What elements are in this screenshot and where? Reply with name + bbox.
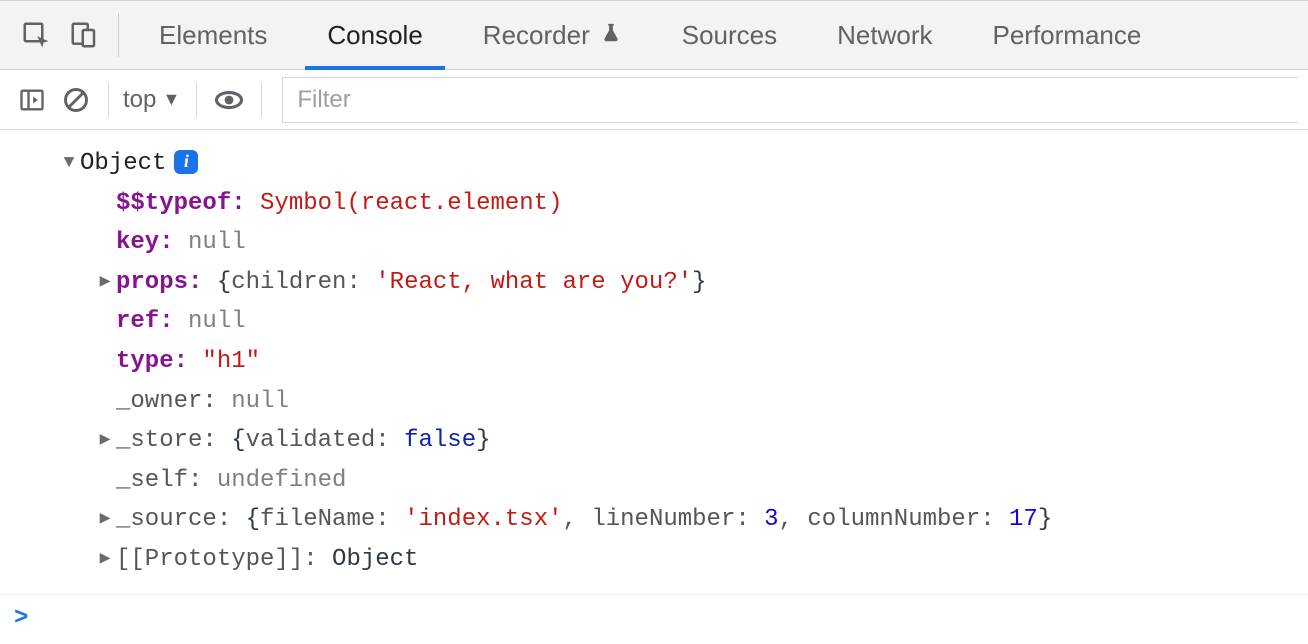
console-output: ▼ Object i ▶ $$typeof: Symbol(react.elem… <box>0 130 1308 580</box>
separator <box>108 82 109 118</box>
tab-label: Elements <box>159 20 267 51</box>
tab-performance[interactable]: Performance <box>962 1 1171 69</box>
disclosure-triangle-open-icon[interactable]: ▼ <box>60 149 78 179</box>
flask-icon <box>600 20 622 51</box>
prop-value: null <box>231 382 289 422</box>
devtools-tabbar: Elements Console Recorder Sources Networ… <box>0 0 1308 70</box>
prop-key: ref <box>116 302 159 342</box>
tab-label: Console <box>327 20 422 51</box>
sidebar-toggle-icon[interactable] <box>10 78 54 122</box>
prop-value: Object <box>332 540 418 580</box>
live-expression-icon[interactable] <box>207 78 251 122</box>
info-icon[interactable]: i <box>174 150 198 174</box>
prop-row-source[interactable]: ▶ _source: {fileName: 'index.tsx', lineN… <box>14 500 1308 540</box>
prop-value: null <box>188 302 246 342</box>
disclosure-triangle-icon[interactable]: ▶ <box>96 426 114 456</box>
tab-label: Sources <box>682 20 777 51</box>
prop-key: _source <box>116 500 217 540</box>
prop-row-ref[interactable]: ▶ ref: null <box>14 302 1308 342</box>
separator <box>118 13 119 57</box>
console-prompt[interactable]: > <box>0 594 1308 632</box>
inspect-element-icon[interactable] <box>12 11 60 59</box>
context-label: top <box>123 86 156 114</box>
prop-value: "h1" <box>202 342 260 382</box>
chevron-down-icon: ▼ <box>162 89 180 110</box>
tab-recorder[interactable]: Recorder <box>453 1 652 69</box>
tab-console[interactable]: Console <box>297 1 452 69</box>
disclosure-triangle-icon[interactable]: ▶ <box>96 505 114 535</box>
devtools-tabs: Elements Console Recorder Sources Networ… <box>129 1 1171 69</box>
prop-row-owner[interactable]: ▶ _owner: null <box>14 382 1308 422</box>
prop-row-prototype[interactable]: ▶ [[Prototype]]: Object <box>14 540 1308 580</box>
tab-label: Network <box>837 20 932 51</box>
separator <box>261 82 262 118</box>
context-selector[interactable]: top ▼ <box>119 86 186 114</box>
clear-console-icon[interactable] <box>54 78 98 122</box>
prop-key: $$typeof <box>116 184 231 224</box>
object-label: Object <box>80 144 166 184</box>
prop-row-self[interactable]: ▶ _self: undefined <box>14 461 1308 501</box>
tab-sources[interactable]: Sources <box>652 1 807 69</box>
console-toolbar: top ▼ Filter <box>0 70 1308 130</box>
prop-value: Symbol(react.element) <box>260 184 562 224</box>
prop-row-key[interactable]: ▶ key: null <box>14 223 1308 263</box>
prop-key: props <box>116 263 188 303</box>
device-toolbar-icon[interactable] <box>60 11 108 59</box>
prop-value: null <box>188 223 246 263</box>
separator <box>196 82 197 118</box>
prop-row-type[interactable]: ▶ type: "h1" <box>14 342 1308 382</box>
disclosure-triangle-icon[interactable]: ▶ <box>96 545 114 575</box>
prop-key: _store <box>116 421 202 461</box>
tab-network[interactable]: Network <box>807 1 962 69</box>
prop-key: type <box>116 342 174 382</box>
tab-label: Recorder <box>483 20 590 51</box>
prompt-caret-icon: > <box>14 605 28 632</box>
filter-input[interactable]: Filter <box>282 77 1298 123</box>
prop-key: _self <box>116 461 188 501</box>
filter-placeholder: Filter <box>297 86 350 114</box>
prop-row-store[interactable]: ▶ _store: {validated: false} <box>14 421 1308 461</box>
tab-label: Performance <box>992 20 1141 51</box>
disclosure-triangle-icon[interactable]: ▶ <box>96 268 114 298</box>
prop-row-typeof[interactable]: ▶ $$typeof: Symbol(react.element) <box>14 184 1308 224</box>
prop-key: _owner <box>116 382 202 422</box>
object-header-row[interactable]: ▼ Object i <box>14 144 1308 184</box>
prop-row-props[interactable]: ▶ props: {children: 'React, what are you… <box>14 263 1308 303</box>
prop-key: key <box>116 223 159 263</box>
prop-value: undefined <box>217 461 347 501</box>
tab-elements[interactable]: Elements <box>129 1 297 69</box>
prop-key: [[Prototype]] <box>116 540 303 580</box>
